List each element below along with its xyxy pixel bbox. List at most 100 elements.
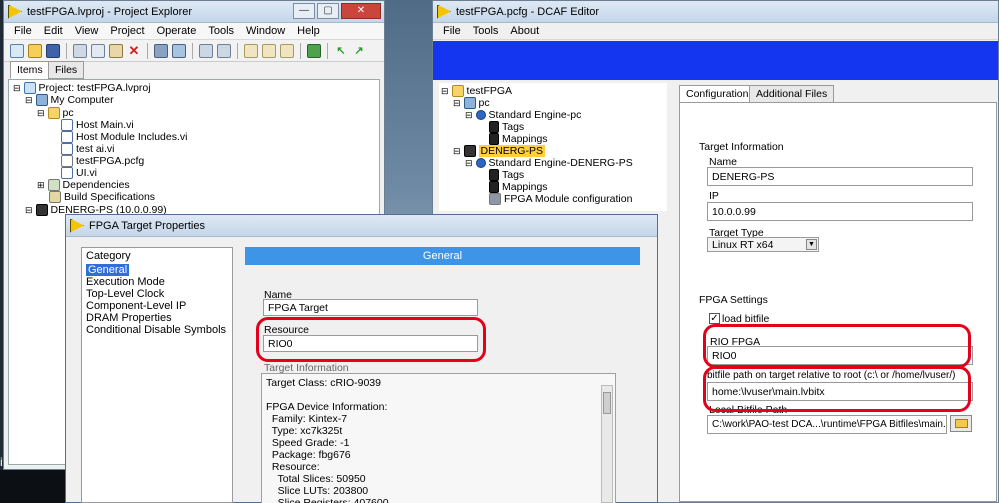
cut-icon[interactable] [73,43,87,58]
dcaf-tree-mappings-pc[interactable]: Mappings [489,133,548,145]
source-control-icon[interactable] [244,43,258,58]
tree-item-dependencies[interactable]: ⊞ Dependencies [37,179,130,191]
local-bitfile-field[interactable]: C:\work\PAO-test DCA...\runtime\FPGA Bit… [707,415,947,434]
category-dram-properties[interactable]: DRAM Properties [82,312,232,324]
category-top-level-clock[interactable]: Top-Level Clock [82,288,232,300]
menu-about[interactable]: About [504,25,545,37]
menu-project[interactable]: Project [104,25,150,37]
menu-help[interactable]: Help [291,25,326,37]
resolve-icon[interactable] [307,43,321,58]
chevron-down-icon[interactable]: ▼ [806,239,817,250]
category-general[interactable]: General [82,264,232,276]
tree-item-pc[interactable]: ⊟ pc [37,107,74,119]
tree-item-host-module-includes[interactable]: Host Module Includes.vi [61,131,187,143]
project-explorer-toolbar: ✕ ↖ ↗ [4,40,384,62]
target-info-line: Speed Grade: -1 [266,437,350,449]
target-info-line: FPGA Device Information: [266,401,388,413]
tree-item-testfpga-pcfg[interactable]: testFPGA.pcfg [61,155,144,167]
dcaf-tree-tags-pc[interactable]: Tags [489,121,524,133]
tree-item-project[interactable]: ⊟ Project: testFPGA.lvproj [13,82,151,94]
category-list: Category General Execution Mode Top-Leve… [81,247,233,503]
close-icon[interactable]: ✕ [341,3,381,19]
target-info-line: Target Class: cRIO-9039 [266,377,381,389]
menu-file[interactable]: File [8,25,38,37]
source-control-2-icon[interactable] [262,43,276,58]
dcaf-tree-pc[interactable]: ⊟ pc [453,97,490,109]
dcaf-tree-fpga-module[interactable]: FPGA Module configuration [489,193,632,205]
tree-item-host-main[interactable]: Host Main.vi [61,119,134,131]
tab-items[interactable]: Items [10,61,50,79]
tree-item-ui[interactable]: UI.vi [61,167,97,179]
source-control-3-icon[interactable] [280,43,294,58]
target-type-select[interactable]: Linux RT x64 ▼ [707,237,819,252]
menu-tools[interactable]: Tools [202,25,240,37]
resource-highlight [256,317,486,362]
arrow-up-right-icon[interactable]: ↗ [352,44,366,58]
target-name-field[interactable]: DENERG-PS [707,167,973,186]
save-icon[interactable] [46,43,60,58]
target-info-line: Total Slices: 50950 [266,473,366,485]
dcaf-tree-mappings-denerg[interactable]: Mappings [489,181,548,193]
project-icon [23,82,36,94]
target-info-line: Resource: [266,461,320,473]
copy-icon[interactable] [91,43,105,58]
scrollbar-thumb[interactable] [603,392,611,414]
general-panel-header: General [245,247,640,265]
fpga-name-field[interactable]: FPGA Target [263,299,478,316]
tree-item-test-ai[interactable]: test ai.vi [61,143,115,155]
dcaf-banner [433,41,998,80]
target-information-box: Target Class: cRIO-9039 FPGA Device Infor… [261,373,616,503]
arrow-up-left-icon[interactable]: ↖ [334,44,348,58]
mappings-icon [489,181,499,193]
tab-additional-files[interactable]: Additional Files [749,85,835,103]
deploy-icon[interactable] [172,43,186,58]
menu-window[interactable]: Window [240,25,291,37]
category-conditional-disable-symbols[interactable]: Conditional Disable Symbols [82,324,232,336]
fpga-target-properties-dialog: FPGA Target Properties Category General … [65,214,658,503]
dcaf-tree-engine-denerg[interactable]: ⊟ Standard Engine-DENERG-PS [465,157,633,169]
target-info-line: Type: xc7k325t [266,425,343,437]
menu-edit[interactable]: Edit [38,25,69,37]
open-icon[interactable] [28,43,42,58]
dcaf-tree-engine-pc[interactable]: ⊟ Standard Engine-pc [465,109,581,121]
new-icon[interactable] [10,43,24,58]
dcaf-tree-testfpga[interactable]: ⊟ testFPGA [441,85,512,97]
dcaf-editor-titlebar[interactable]: testFPGA.pcfg - DCAF Editor [433,1,998,23]
pc-icon [463,97,476,109]
menu-file[interactable]: File [437,25,467,37]
computer-icon [35,94,48,106]
fpga-module-icon [489,193,501,205]
target-info-line: Slice Registers: 407600 [266,497,389,503]
category-component-level-ip[interactable]: Component-Level IP [82,300,232,312]
maximize-icon[interactable]: ▢ [317,3,339,19]
tab-configuration[interactable]: Configuration [679,85,756,103]
delete-icon[interactable]: ✕ [127,44,141,58]
tree-item-my-computer[interactable]: ⊟ My Computer [25,94,114,106]
category-execution-mode[interactable]: Execution Mode [82,276,232,288]
vi-icon [61,143,73,155]
target-ip-field[interactable]: 10.0.0.99 [707,202,973,221]
view-options-icon[interactable] [199,43,213,58]
tree-item-build-specifications[interactable]: Build Specifications [49,191,155,203]
desktop-taskbar-fragment [0,470,70,503]
project-explorer-titlebar[interactable]: testFPGA.lvproj - Project Explorer — ▢ ✕ [4,1,384,23]
dcaf-tree-denerg-ps[interactable]: ⊟ DENERG-PS [453,145,545,157]
category-header: Category [86,250,131,262]
menu-tools[interactable]: Tools [467,25,505,37]
engine-icon [475,158,486,168]
labview-icon [8,4,22,19]
tab-files[interactable]: Files [48,61,85,79]
mappings-icon [489,133,499,145]
menu-view[interactable]: View [69,25,105,37]
paste-icon[interactable] [109,43,123,58]
target-info-line: Family: Kintex-7 [266,413,348,425]
fpga-props-titlebar[interactable]: FPGA Target Properties [66,215,657,237]
build-icon[interactable] [154,43,168,58]
target-info-scrollbar[interactable] [601,385,613,503]
load-bitfile-checkbox[interactable]: ✓ [709,313,720,324]
minimize-icon[interactable]: — [293,3,315,19]
dcaf-tree-tags-denerg[interactable]: Tags [489,169,524,181]
folder-browse-icon[interactable] [950,415,972,432]
menu-operate[interactable]: Operate [151,25,203,37]
filter-icon[interactable] [217,43,231,58]
